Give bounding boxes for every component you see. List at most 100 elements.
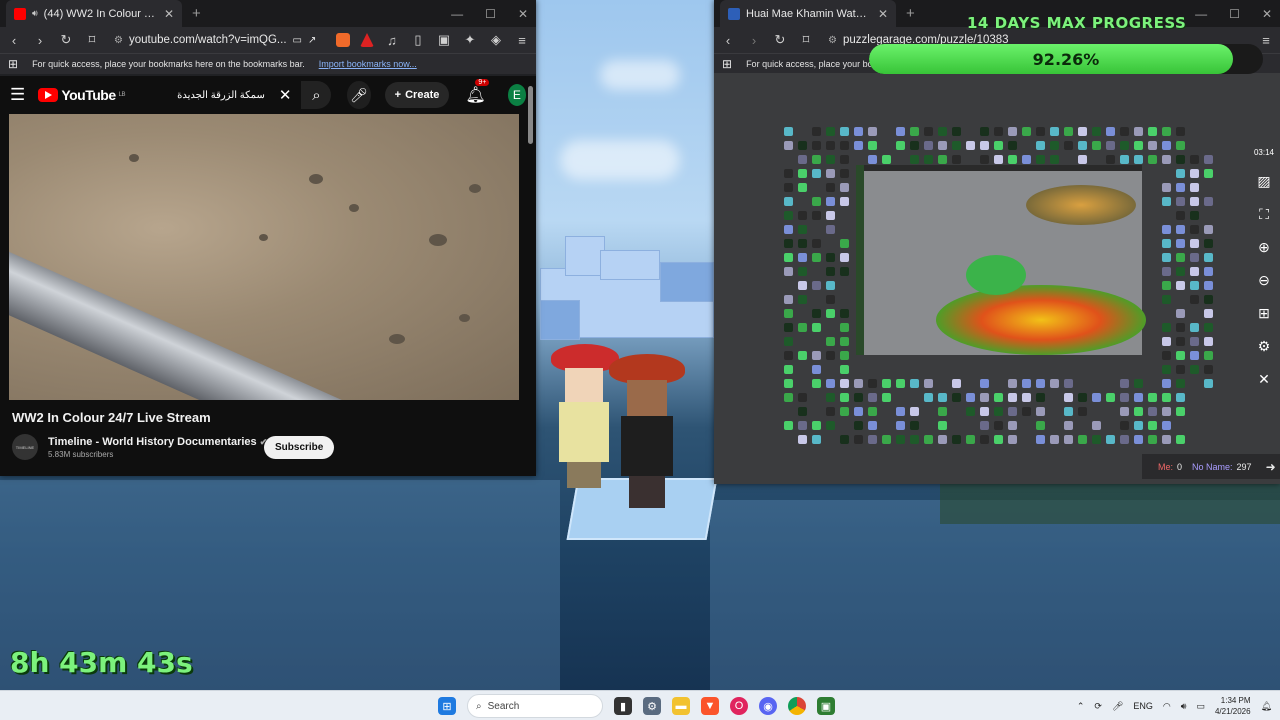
puzzle-piece[interactable]: [1204, 309, 1213, 318]
puzzle-piece[interactable]: [1162, 197, 1171, 206]
puzzle-piece[interactable]: [1176, 127, 1185, 136]
puzzle-piece[interactable]: [1008, 393, 1017, 402]
puzzle-piece[interactable]: [896, 379, 905, 388]
puzzle-piece[interactable]: [840, 393, 849, 402]
puzzle-piece[interactable]: [1064, 141, 1073, 150]
puzzle-piece[interactable]: [1162, 225, 1171, 234]
sync-icon[interactable]: ⟳: [1094, 701, 1102, 712]
fullscreen-icon[interactable]: ⛶: [1259, 206, 1269, 223]
puzzle-piece[interactable]: [1190, 337, 1199, 346]
puzzle-piece[interactable]: [882, 393, 891, 402]
puzzle-piece[interactable]: [1134, 127, 1143, 136]
puzzle-piece[interactable]: [1176, 435, 1185, 444]
puzzle-piece[interactable]: [784, 267, 793, 276]
puzzle-piece[interactable]: [812, 141, 821, 150]
puzzle-piece[interactable]: [840, 169, 849, 178]
puzzle-piece[interactable]: [854, 141, 863, 150]
puzzle-piece[interactable]: [994, 393, 1003, 402]
puzzle-piece[interactable]: [1204, 267, 1213, 276]
clock[interactable]: 1:34 PM 4/21/2026: [1215, 695, 1251, 717]
puzzle-piece[interactable]: [1190, 253, 1199, 262]
import-bookmarks-link[interactable]: Import bookmarks now...: [319, 59, 417, 69]
puzzle-piece[interactable]: [826, 155, 835, 164]
puzzle-piece[interactable]: [1148, 393, 1157, 402]
puzzle-piece[interactable]: [1064, 407, 1073, 416]
puzzle-piece[interactable]: [784, 421, 793, 430]
taskbar-search[interactable]: ⌕ Search: [467, 694, 603, 718]
puzzle-piece[interactable]: [1176, 211, 1185, 220]
puzzle-piece[interactable]: [840, 127, 849, 136]
puzzle-piece[interactable]: [1176, 253, 1185, 262]
puzzle-piece[interactable]: [812, 379, 821, 388]
maximize-icon[interactable]: ☐: [1229, 7, 1240, 21]
puzzle-piece[interactable]: [840, 379, 849, 388]
puzzle-piece[interactable]: [798, 267, 807, 276]
puzzle-piece[interactable]: [798, 155, 807, 164]
puzzle-piece[interactable]: [826, 267, 835, 276]
puzzle-piece[interactable]: [980, 141, 989, 150]
assembled-puzzle-area[interactable]: [856, 165, 1146, 355]
puzzle-piece[interactable]: [784, 351, 793, 360]
puzzle-piece[interactable]: [938, 155, 947, 164]
puzzle-piece[interactable]: [784, 309, 793, 318]
voice-search-button[interactable]: 🎤︎: [347, 81, 371, 109]
puzzle-piece[interactable]: [910, 407, 919, 416]
settings-icon[interactable]: ⚙: [1258, 338, 1271, 355]
reload-icon[interactable]: ↻: [772, 32, 788, 48]
site-info-icon[interactable]: ⚙: [828, 35, 837, 46]
battery-icon[interactable]: ▭: [1196, 701, 1205, 712]
puzzle-piece[interactable]: [854, 379, 863, 388]
media-icon[interactable]: ♫: [384, 33, 400, 48]
puzzle-piece[interactable]: [938, 141, 947, 150]
wifi-icon[interactable]: ◠: [1163, 701, 1171, 712]
puzzle-piece[interactable]: [1204, 351, 1213, 360]
puzzle-piece[interactable]: [1148, 127, 1157, 136]
puzzle-piece[interactable]: [1134, 435, 1143, 444]
discord-icon[interactable]: ◉: [759, 697, 777, 715]
puzzle-piece[interactable]: [994, 407, 1003, 416]
puzzle-piece[interactable]: [1148, 435, 1157, 444]
puzzle-piece[interactable]: [1204, 323, 1213, 332]
puzzle-piece[interactable]: [1176, 197, 1185, 206]
puzzle-piece[interactable]: [1036, 407, 1045, 416]
puzzle-piece[interactable]: [826, 183, 835, 192]
language-indicator[interactable]: ENG: [1133, 701, 1153, 711]
puzzle-piece[interactable]: [1176, 267, 1185, 276]
puzzle-piece[interactable]: [784, 127, 793, 136]
puzzle-piece[interactable]: [1134, 421, 1143, 430]
puzzle-piece[interactable]: [1204, 197, 1213, 206]
puzzle-piece[interactable]: [1176, 379, 1185, 388]
puzzle-piece[interactable]: [1050, 379, 1059, 388]
back-icon[interactable]: ‹: [6, 33, 22, 48]
puzzle-piece[interactable]: [1176, 407, 1185, 416]
puzzle-piece[interactable]: [854, 393, 863, 402]
puzzle-piece[interactable]: [1148, 141, 1157, 150]
puzzle-piece[interactable]: [784, 393, 793, 402]
puzzle-piece[interactable]: [854, 127, 863, 136]
puzzle-piece[interactable]: [812, 239, 821, 248]
site-info-icon[interactable]: ⚙: [114, 35, 123, 46]
puzzle-piece[interactable]: [1190, 267, 1199, 276]
puzzle-piece[interactable]: [826, 309, 835, 318]
puzzle-piece[interactable]: [938, 127, 947, 136]
puzzle-piece[interactable]: [1050, 141, 1059, 150]
puzzle-piece[interactable]: [1120, 393, 1129, 402]
puzzle-piece[interactable]: [1092, 435, 1101, 444]
puzzle-piece[interactable]: [826, 393, 835, 402]
puzzle-piece[interactable]: [1162, 337, 1171, 346]
cast-icon[interactable]: ▭: [293, 35, 302, 46]
puzzle-piece[interactable]: [840, 183, 849, 192]
puzzle-piece[interactable]: [882, 155, 891, 164]
puzzle-piece[interactable]: [868, 421, 877, 430]
microphone-icon[interactable]: 🎤︎: [1112, 701, 1123, 712]
wallet-icon[interactable]: ▣: [436, 32, 452, 48]
puzzle-piece[interactable]: [798, 435, 807, 444]
puzzle-piece[interactable]: [1190, 323, 1199, 332]
puzzle-piece[interactable]: [784, 211, 793, 220]
puzzle-piece[interactable]: [1134, 155, 1143, 164]
puzzle-piece[interactable]: [812, 309, 821, 318]
puzzle-piece[interactable]: [1078, 407, 1087, 416]
minecraft-launcher-icon[interactable]: ▣: [817, 697, 835, 715]
puzzle-piece[interactable]: [1064, 393, 1073, 402]
puzzle-piece[interactable]: [1106, 393, 1115, 402]
